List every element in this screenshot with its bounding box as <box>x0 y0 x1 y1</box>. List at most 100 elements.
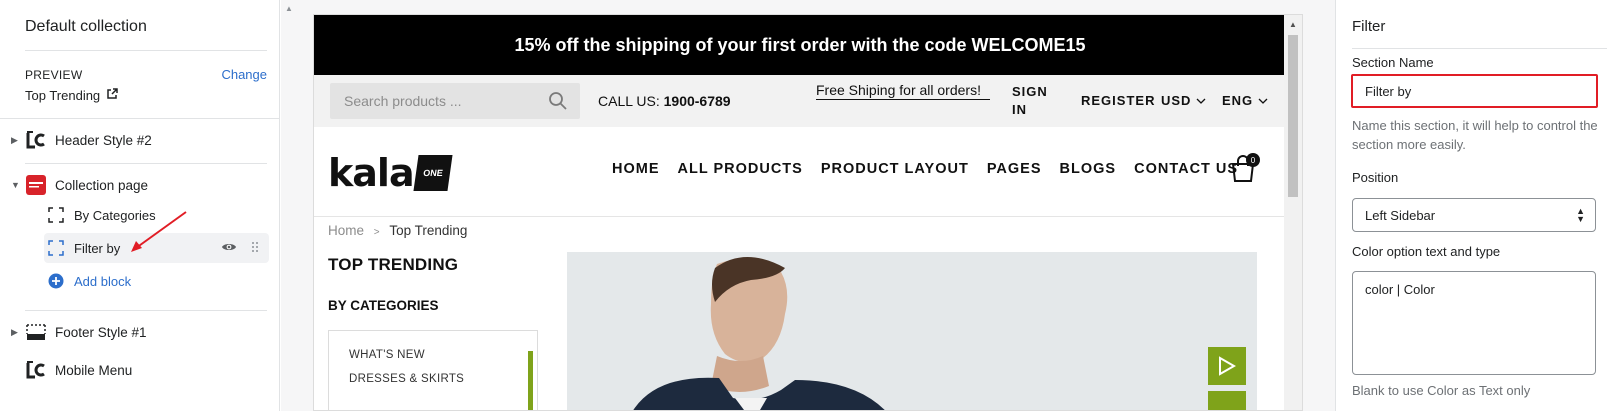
section-name-label: Section Name <box>1352 55 1434 70</box>
category-item[interactable]: DRESSES & SKIRTS <box>349 373 464 385</box>
sign-in-line1: SIGN <box>1012 84 1048 99</box>
main-header: kala ONE HOME ALL PRODUCTS PRODUCT LAYOU… <box>314 127 1286 217</box>
announcement-text: 15% off the shipping of your first order… <box>514 34 1086 55</box>
chevron-down-icon <box>1258 93 1268 108</box>
call-label: CALL US: <box>598 93 660 109</box>
sign-in-line2: IN <box>1012 102 1027 117</box>
sign-in-link[interactable]: SIGN IN <box>1012 83 1048 119</box>
play-icon <box>1219 356 1236 376</box>
nav-blogs[interactable]: BLOGS <box>1060 161 1117 177</box>
block-label: Filter by <box>74 240 121 256</box>
search-placeholder: Search products ... <box>344 93 462 109</box>
settings-panel: Filter Section Name Filter by Name this … <box>1335 0 1619 411</box>
section-name-help: Name this section, it will help to contr… <box>1352 118 1598 152</box>
lc-logo-icon <box>25 130 47 150</box>
select-arrows-icon: ▲ ▼ <box>1576 206 1585 224</box>
free-shipping-link[interactable]: Free Shiping for all orders! <box>816 83 990 100</box>
plus-circle-icon <box>48 273 64 289</box>
category-scrollbar[interactable] <box>528 351 533 410</box>
preview-label: PREVIEW <box>25 68 83 82</box>
main-nav: HOME ALL PRODUCTS PRODUCT LAYOUT PAGES B… <box>612 161 1238 177</box>
sections-sidebar: Default collection PREVIEW Change Top Tr… <box>0 0 280 411</box>
breadcrumb-home[interactable]: Home <box>328 223 364 238</box>
external-link-icon[interactable] <box>106 88 118 103</box>
divider <box>1352 48 1607 49</box>
preview-area: ▲ 15% off the shipping of your first ord… <box>281 0 1335 411</box>
section-label: Footer Style #1 <box>55 324 147 340</box>
block-select-icon <box>48 207 64 223</box>
collection-title: Default collection <box>25 18 147 35</box>
preview-scrollbar[interactable]: ▲ <box>1284 15 1302 410</box>
search-icon[interactable] <box>548 91 568 114</box>
caret-right-icon[interactable]: ▶ <box>11 135 21 146</box>
section-header-style[interactable]: ▶ Header Style #2 <box>0 125 279 155</box>
nav-all-products[interactable]: ALL PRODUCTS <box>678 161 803 177</box>
announcement-bar: 15% off the shipping of your first order… <box>314 15 1286 75</box>
chevron-right-icon: > <box>373 227 380 238</box>
section-mobile-menu[interactable]: Mobile Menu <box>0 355 279 385</box>
search-input[interactable]: Search products ... <box>330 83 580 119</box>
footer-layout-icon <box>25 322 47 342</box>
color-option-label: Color option text and type <box>1352 244 1501 259</box>
panel-title: Filter <box>1352 18 1386 35</box>
add-block-label: Add block <box>74 273 132 289</box>
section-label: Collection page <box>55 177 149 193</box>
theme-editor: Default collection PREVIEW Change Top Tr… <box>0 0 1619 411</box>
add-block-button[interactable]: Add block <box>48 266 269 296</box>
play-button[interactable] <box>1208 347 1246 385</box>
currency-value: USD <box>1161 93 1192 108</box>
logo-badge: ONE <box>413 155 453 191</box>
nav-product-layout[interactable]: PRODUCT LAYOUT <box>821 161 969 177</box>
section-label: Header Style #2 <box>55 132 152 148</box>
color-option-textarea[interactable]: color | Color <box>1352 271 1596 375</box>
register-link[interactable]: REGISTER <box>1081 93 1155 108</box>
nav-home[interactable]: HOME <box>612 161 660 177</box>
currency-selector[interactable]: USD <box>1161 93 1206 108</box>
secondary-action-button[interactable] <box>1208 391 1246 410</box>
call-number: 1900-6789 <box>663 93 731 109</box>
section-name-value: Filter by <box>1365 83 1412 99</box>
preview-value[interactable]: Top Trending <box>25 88 118 103</box>
section-name-input[interactable]: Filter by <box>1351 74 1598 108</box>
nav-pages[interactable]: PAGES <box>987 161 1042 177</box>
cart-button[interactable]: 0 <box>1230 153 1260 185</box>
annotation-arrow-icon <box>131 211 187 252</box>
section-collection-page[interactable]: ▼ Collection page <box>0 170 279 200</box>
block-actions <box>221 241 259 256</box>
color-option-help: Blank to use Color as Text only <box>1352 383 1531 398</box>
color-option-value: color | Color <box>1365 282 1435 297</box>
block-select-icon <box>48 240 64 256</box>
preview-value-text: Top Trending <box>25 88 101 103</box>
logo-text: kala <box>328 151 415 195</box>
drag-handle-icon[interactable] <box>251 241 259 256</box>
section-label: Mobile Menu <box>55 362 133 378</box>
position-select[interactable]: Left Sidebar ▲ ▼ <box>1352 198 1596 232</box>
category-item[interactable]: WHAT'S NEW <box>349 349 425 361</box>
change-preview-link[interactable]: Change <box>221 67 267 82</box>
scroll-up-arrow-icon[interactable]: ▲ <box>285 4 293 13</box>
divider <box>25 50 267 51</box>
eye-icon[interactable] <box>221 241 237 256</box>
by-categories-heading: BY CATEGORIES <box>328 298 439 313</box>
breadcrumb: Home > Top Trending <box>328 223 467 238</box>
call-us: CALL US: 1900-6789 <box>598 93 731 109</box>
breadcrumb-current: Top Trending <box>389 223 468 238</box>
divider <box>0 118 279 119</box>
chevron-down-icon <box>1196 93 1206 108</box>
lc-logo-icon <box>25 360 47 380</box>
divider <box>25 163 267 164</box>
category-list: WHAT'S NEW DRESSES & SKIRTS <box>328 330 538 410</box>
nav-contact-us[interactable]: CONTACT US <box>1134 161 1238 177</box>
language-value: ENG <box>1222 93 1254 108</box>
section-footer-style[interactable]: ▶ Footer Style #1 <box>0 317 279 347</box>
collection-thumbnail-icon <box>25 175 47 195</box>
collection-banner-image <box>567 252 1257 410</box>
caret-down-icon[interactable]: ▼ <box>11 180 21 190</box>
scrollbar-thumb[interactable] <box>1288 35 1298 197</box>
caret-right-icon[interactable]: ▶ <box>11 327 21 338</box>
divider <box>25 310 267 311</box>
model-photo <box>567 252 1257 410</box>
store-logo[interactable]: kala ONE <box>328 151 453 195</box>
language-selector[interactable]: ENG <box>1222 93 1268 108</box>
scroll-up-arrow-icon[interactable]: ▲ <box>1289 20 1297 29</box>
